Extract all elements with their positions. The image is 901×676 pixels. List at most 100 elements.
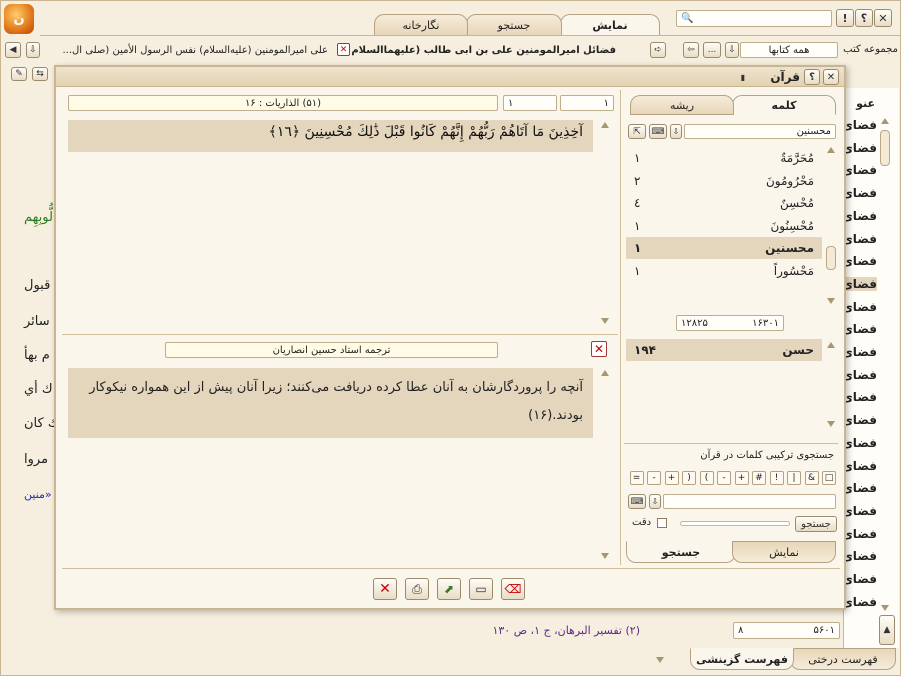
sidebar-item[interactable]: فضائ	[842, 186, 877, 200]
operator-button[interactable]: !	[769, 471, 784, 485]
alert-button[interactable]: !	[836, 9, 854, 27]
doc-tab-close-button[interactable]: ✕	[337, 43, 350, 56]
sidebar-item[interactable]: فضائ	[842, 390, 877, 404]
verse-scroll-up-icon[interactable]	[601, 122, 609, 128]
operator-button[interactable]: +	[734, 471, 749, 485]
library-select[interactable]: همه کتابها	[740, 42, 838, 58]
sidebar-item[interactable]: فضائ	[842, 504, 877, 518]
copy-icon[interactable]: ▭	[469, 578, 493, 600]
translation-scroll-down-icon[interactable]	[601, 553, 609, 559]
operator-button[interactable]: (	[699, 471, 714, 485]
sidebar-item[interactable]: فضائ	[842, 163, 877, 177]
dialog-pin-button[interactable]: ▮	[737, 71, 749, 83]
verse-field-b[interactable]: ۱	[560, 95, 614, 111]
operator-button[interactable]: □	[822, 471, 836, 485]
word-list-item[interactable]: ۱ مَحْسُوراً	[626, 260, 822, 282]
translation-close-button[interactable]: ✕	[591, 341, 607, 357]
sidebar-item[interactable]: فضائ	[842, 481, 877, 495]
word-list-item[interactable]: ۱ محسنين	[626, 237, 822, 259]
operator-button[interactable]: +	[664, 471, 679, 485]
keyboard-icon[interactable]: ⌨	[649, 124, 667, 139]
close-button[interactable]: ✕	[874, 9, 892, 27]
wrench-icon[interactable]: ✎	[11, 67, 27, 81]
tab-select-index[interactable]: فهرست گزینشی	[690, 648, 794, 670]
remove-icon[interactable]: ⌫	[501, 578, 525, 600]
dialog-close-button[interactable]: ✕	[823, 69, 839, 85]
doc-nav-forward-button[interactable]: ➪	[650, 42, 666, 58]
word-down-button[interactable]: ⇩	[670, 124, 682, 139]
wordlist-scroll-down-icon[interactable]	[827, 298, 835, 304]
verse-scroll-down-icon[interactable]	[601, 318, 609, 324]
combo-search-button[interactable]: جستجو	[795, 516, 837, 532]
wordlist-scroll-up-icon[interactable]	[827, 147, 835, 153]
root-row[interactable]: ۱۹۴ حسن	[626, 339, 822, 361]
translation-scroll-up-icon[interactable]	[601, 370, 609, 376]
sidebar-nav-left-field[interactable]: ۸ ۵۶۰۱	[733, 622, 840, 639]
sidebar-item[interactable]: فضائ	[842, 527, 877, 541]
sidebar-item[interactable]: فضائ	[842, 141, 877, 155]
operator-button[interactable]: )	[682, 471, 696, 485]
sidebar-item[interactable]: فضائ	[842, 232, 877, 246]
word-pick-icon[interactable]: ⇱	[628, 124, 646, 139]
sidebar-item[interactable]: فضائ	[842, 459, 877, 473]
sura-field[interactable]: (۵۱) الذاريات : ۱۶	[68, 95, 498, 111]
sidebar-item[interactable]: فضائ	[842, 413, 877, 427]
verse-field-a[interactable]: ۱	[503, 95, 557, 111]
nav-back-button[interactable]: ◀	[5, 42, 21, 58]
tab-search[interactable]: جستجو	[466, 14, 562, 36]
root-scroll-up-icon[interactable]	[827, 342, 835, 348]
cancel-button[interactable]: ✕	[373, 578, 397, 600]
operator-button[interactable]: -	[717, 471, 731, 485]
sidebar-item[interactable]: فضائ	[842, 322, 877, 336]
sidebar-item[interactable]: فضائ	[842, 209, 877, 223]
sidebar-item[interactable]: فضائ	[842, 300, 877, 314]
word-list-item[interactable]: ۱ مُحْسِنُونَ	[626, 215, 822, 237]
sidebar-scroll-down-icon[interactable]	[881, 605, 889, 611]
combo-keyboard-icon[interactable]: ⌨	[628, 494, 646, 509]
precision-checkbox[interactable]	[657, 518, 667, 528]
sidebar-item[interactable]: فضائ	[842, 254, 877, 268]
tab-quran-display[interactable]: نمایش	[732, 541, 836, 563]
sidebar-item[interactable]: فضائ	[842, 595, 877, 609]
doc-tab-2[interactable]: علی امیرالمومنین (علیه‌السلام) نفس الرسو…	[42, 42, 332, 58]
operator-button[interactable]: |	[787, 471, 801, 485]
library-back-button[interactable]: ⇦	[683, 42, 699, 58]
print-icon[interactable]: ⎙	[405, 578, 429, 600]
wordlist-scroll-thumb[interactable]	[826, 246, 836, 270]
sidebar-item[interactable]: فضائ	[842, 276, 877, 291]
tab-gallery[interactable]: نگارخانه	[374, 14, 468, 36]
word-list-item[interactable]: ۱ مُحَرَّمَةٌ	[626, 147, 822, 169]
sidebar-item[interactable]: فضائ	[842, 572, 877, 586]
layout-icon[interactable]: ⇆	[32, 67, 48, 81]
dialog-help-button[interactable]: ؟	[804, 69, 820, 85]
help-button[interactable]: ؟	[855, 9, 873, 27]
word-list-item[interactable]: ۲ مَحْرُومُونَ	[626, 170, 822, 192]
operator-button[interactable]: &	[804, 471, 819, 485]
sidebar-nav-up-button[interactable]: ▲	[879, 615, 895, 645]
sidebar-item[interactable]: فضائ	[842, 549, 877, 563]
library-down-button[interactable]: ⇩	[725, 42, 739, 58]
doc-scroll-down-icon[interactable]	[656, 657, 664, 663]
combo-search-input[interactable]	[663, 494, 836, 509]
sidebar-item[interactable]: فضائ	[842, 345, 877, 359]
precision-slider[interactable]	[680, 521, 790, 526]
export-icon[interactable]: ⬈	[437, 578, 461, 600]
search-input[interactable]: 🔍	[676, 10, 832, 27]
word-list-item[interactable]: ٤ مُحْسِنٌ	[626, 192, 822, 214]
library-more-button[interactable]: ...	[703, 42, 721, 58]
tab-root[interactable]: ریشه	[630, 95, 734, 115]
doc-tab-1[interactable]: فضائل امیرالمومنین علی بن ابی طالب (علیه…	[352, 42, 620, 58]
combo-down-button[interactable]: ⇩	[649, 494, 661, 509]
operator-button[interactable]: =	[629, 471, 644, 485]
sidebar-item[interactable]: فضائ	[842, 118, 877, 132]
tab-tree-index[interactable]: فهرست درختی	[790, 648, 896, 670]
sidebar-scroll-up-icon[interactable]	[881, 118, 889, 124]
sidebar-scroll-thumb[interactable]	[880, 130, 890, 166]
nav-down-button[interactable]: ⇩	[26, 42, 40, 58]
tab-quran-search[interactable]: جستجو	[626, 541, 736, 563]
tab-display[interactable]: نمایش	[560, 14, 660, 36]
sidebar-item[interactable]: فضائ	[842, 368, 877, 382]
tab-word[interactable]: کلمه	[732, 95, 836, 115]
operator-button[interactable]: -	[647, 471, 661, 485]
word-search-input[interactable]: محسنین	[684, 124, 836, 139]
